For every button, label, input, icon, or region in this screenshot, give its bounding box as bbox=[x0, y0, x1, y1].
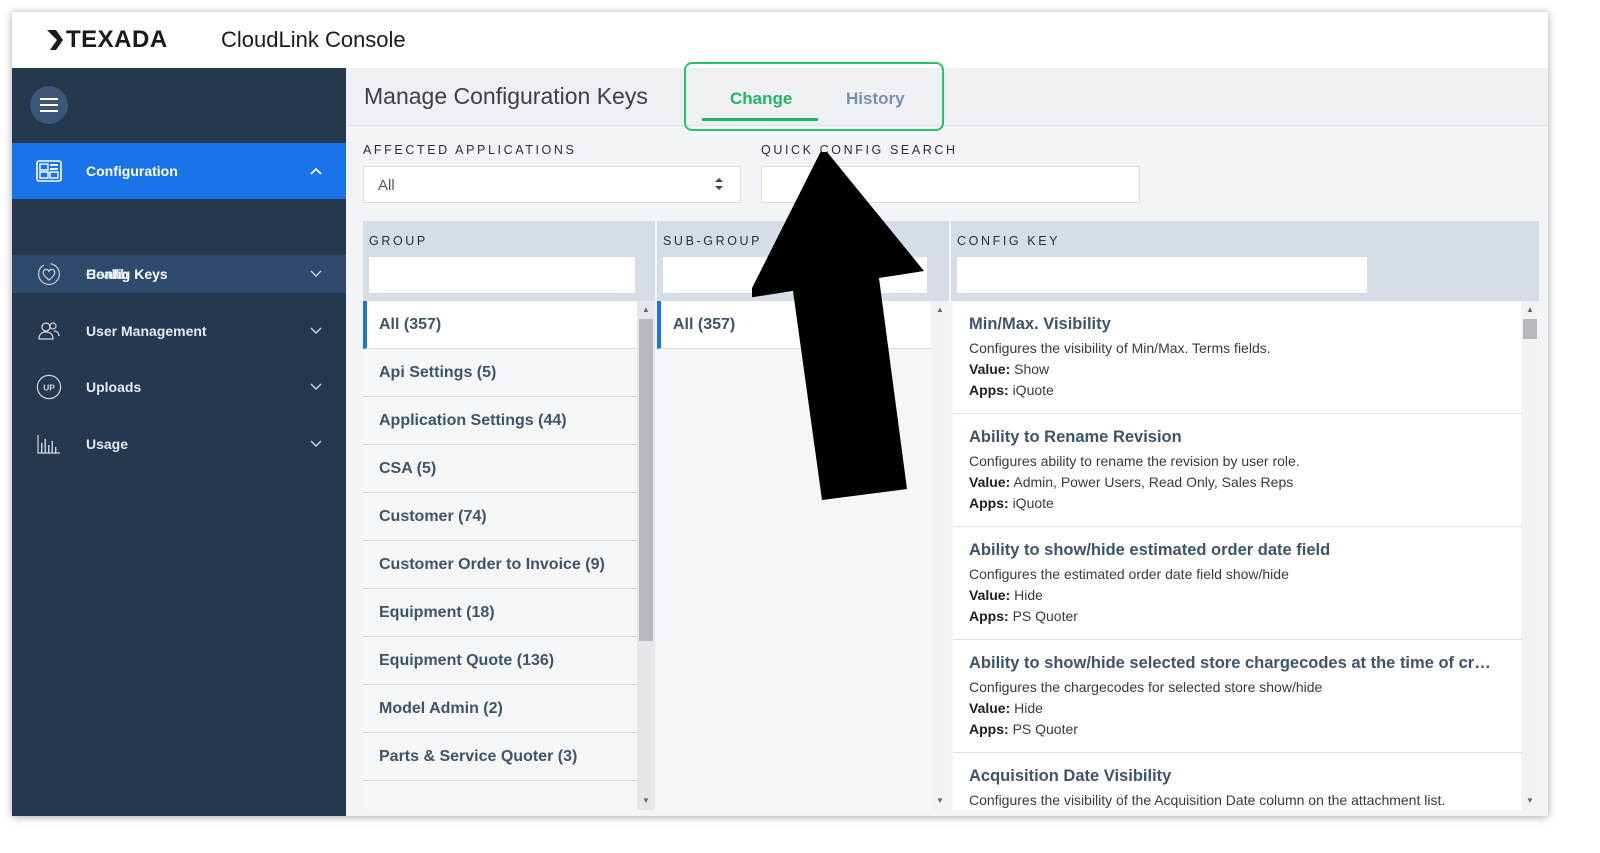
config-key-list: Min/Max. Visibility Configures the visib… bbox=[953, 301, 1521, 810]
config-key-title: Ability to show/hide estimated order dat… bbox=[969, 541, 1331, 559]
config-key-title: Ability to show/hide selected store char… bbox=[969, 654, 1491, 672]
list-item[interactable]: Parts & Service Quoter (3) bbox=[363, 733, 637, 781]
affected-applications-value: All bbox=[378, 177, 395, 194]
sidebar-item-label: Configuration bbox=[86, 163, 178, 179]
sidebar-item-label: Uploads bbox=[86, 379, 142, 395]
config-key-card[interactable]: Ability to show/hide selected store char… bbox=[953, 640, 1521, 753]
config-key-card[interactable]: Acquisition Date Visibility Configures t… bbox=[953, 753, 1521, 810]
scrollbar-thumb[interactable] bbox=[639, 319, 653, 641]
texada-logo[interactable]: TEXADA bbox=[46, 26, 168, 54]
logo-chevron-icon bbox=[47, 30, 63, 50]
config-key-description: Configures the chargecodes for selected … bbox=[969, 679, 1323, 695]
up-icon: UP bbox=[36, 374, 62, 400]
config-key-value: Value: Show bbox=[969, 361, 1050, 377]
scroll-up-icon[interactable]: ▲ bbox=[637, 305, 655, 315]
sidebar-item-configuration[interactable]: Configuration bbox=[12, 143, 346, 199]
group-list-scrollbar[interactable]: ▲ ▼ bbox=[637, 301, 655, 810]
sidebar-item-label: Health bbox=[86, 266, 129, 282]
app-title: CloudLink Console bbox=[221, 27, 406, 52]
list-item[interactable]: Application Settings (44) bbox=[363, 397, 637, 445]
sidebar-item-label: User Management bbox=[86, 323, 207, 339]
config-key-title: Acquisition Date Visibility bbox=[969, 767, 1172, 785]
up-icon-text: UP bbox=[43, 383, 55, 393]
app-window: TEXADA CloudLink Console Configuration C… bbox=[12, 12, 1548, 816]
config-key-value: Value: Hide bbox=[969, 700, 1043, 716]
chevron-down-icon bbox=[310, 381, 322, 393]
page-title: Manage Configuration Keys bbox=[364, 83, 648, 109]
config-key-title: Min/Max. Visibility bbox=[969, 315, 1111, 333]
config-key-filter-input[interactable] bbox=[957, 257, 1367, 293]
group-filter-input[interactable] bbox=[369, 257, 635, 293]
hamburger-icon bbox=[40, 98, 58, 112]
list-item[interactable]: CSA (5) bbox=[363, 445, 637, 493]
heart-pulse-icon bbox=[36, 261, 62, 287]
users-icon bbox=[36, 318, 62, 344]
config-key-description: Configures ability to rename the revisio… bbox=[969, 453, 1300, 469]
config-key-value: Value: Admin, Power Users, Read Only, Sa… bbox=[969, 474, 1294, 490]
sidebar-item-usage[interactable]: Usage bbox=[12, 416, 346, 472]
group-column-header: GROUP bbox=[363, 221, 655, 301]
affected-applications-label: AFFECTED APPLICATIONS bbox=[363, 143, 577, 157]
top-bar: TEXADA CloudLink Console bbox=[12, 12, 1548, 68]
list-item[interactable]: Customer Order to Invoice (9) bbox=[363, 541, 637, 589]
sidebar-item-health[interactable]: Health bbox=[12, 246, 346, 302]
list-item[interactable]: Equipment Quote (136) bbox=[363, 637, 637, 685]
scroll-up-icon[interactable]: ▲ bbox=[1521, 305, 1539, 315]
list-item[interactable]: Equipment (18) bbox=[363, 589, 637, 637]
config-key-title: Ability to Rename Revision bbox=[969, 428, 1182, 446]
sidebar-item-label: Usage bbox=[86, 436, 129, 452]
list-item[interactable]: All (357) bbox=[363, 301, 637, 349]
scroll-down-icon[interactable]: ▼ bbox=[637, 796, 655, 806]
subgroup-header-label: SUB-GROUP bbox=[663, 234, 763, 248]
hamburger-menu-button[interactable] bbox=[30, 86, 68, 124]
config-key-scrollbar[interactable]: ▲ ▼ bbox=[1521, 301, 1539, 810]
config-key-description: Configures the estimated order date fiel… bbox=[969, 566, 1289, 582]
config-key-card[interactable]: Ability to Rename Revision Configures ab… bbox=[953, 414, 1521, 527]
tabs-highlight-annotation bbox=[684, 62, 944, 131]
bar-chart-icon bbox=[36, 431, 62, 457]
config-key-apps: Apps: iQuote bbox=[969, 382, 1054, 398]
config-key-apps: Apps: PS Quoter bbox=[969, 721, 1078, 737]
page-header: Manage Configuration Keys Change History bbox=[346, 68, 1548, 126]
config-key-card[interactable]: Min/Max. Visibility Configures the visib… bbox=[953, 301, 1521, 414]
config-key-column-header: CONFIG KEY bbox=[951, 221, 1539, 301]
config-key-description: Configures the visibility of the Acquisi… bbox=[969, 792, 1446, 808]
group-list: All (357) Api Settings (5) Application S… bbox=[363, 301, 637, 810]
config-key-value: Value: Hide bbox=[969, 587, 1043, 603]
sidebar-item-uploads[interactable]: UP Uploads bbox=[12, 359, 346, 415]
scroll-down-icon[interactable]: ▼ bbox=[1521, 796, 1539, 806]
config-key-card[interactable]: Ability to show/hide estimated order dat… bbox=[953, 527, 1521, 640]
chevron-down-icon bbox=[310, 268, 322, 280]
list-item[interactable]: Api Settings (5) bbox=[363, 349, 637, 397]
logo-text: TEXADA bbox=[66, 26, 168, 53]
sidebar: Configuration Config Keys Health User Ma… bbox=[12, 68, 346, 816]
list-item[interactable]: Customer (74) bbox=[363, 493, 637, 541]
config-key-apps: Apps: PS Quoter bbox=[969, 608, 1078, 624]
list-item[interactable]: Model Admin (2) bbox=[363, 685, 637, 733]
chevron-down-icon bbox=[310, 325, 322, 337]
dashboard-icon bbox=[36, 158, 62, 184]
config-key-header-label: CONFIG KEY bbox=[957, 234, 1061, 248]
select-arrows-icon bbox=[715, 178, 723, 190]
chevron-down-icon bbox=[310, 438, 322, 450]
affected-applications-select[interactable]: All bbox=[363, 166, 741, 203]
config-key-description: Configures the visibility of Min/Max. Te… bbox=[969, 340, 1271, 356]
config-key-apps: Apps: iQuote bbox=[969, 495, 1054, 511]
annotation-arrow-icon bbox=[752, 152, 924, 500]
chevron-up-icon bbox=[310, 165, 322, 177]
group-header-label: GROUP bbox=[369, 234, 428, 248]
scroll-down-icon[interactable]: ▼ bbox=[931, 796, 949, 806]
scrollbar-thumb[interactable] bbox=[1523, 319, 1537, 339]
sidebar-item-user-management[interactable]: User Management bbox=[12, 303, 346, 359]
